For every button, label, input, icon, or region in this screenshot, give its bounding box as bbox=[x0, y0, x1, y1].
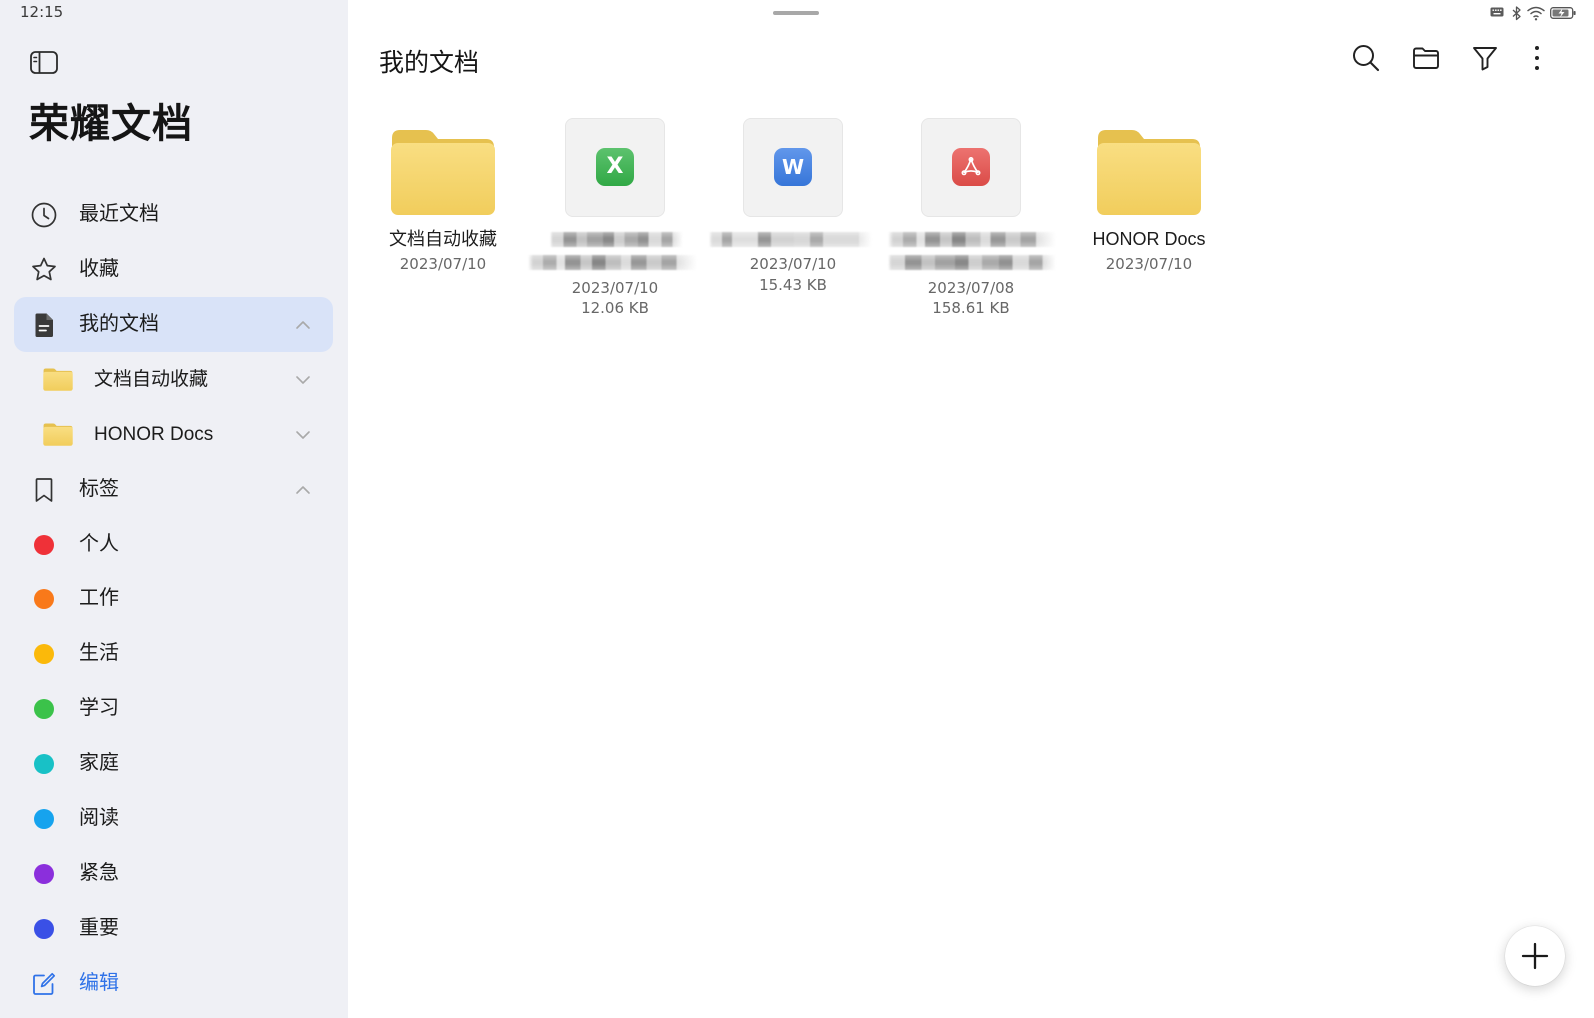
edit-label: 编辑 bbox=[79, 972, 119, 994]
folder-icon bbox=[43, 368, 73, 391]
tag-item[interactable]: 紧急 bbox=[14, 846, 333, 901]
word-file-icon: W bbox=[774, 148, 812, 186]
tag-item[interactable]: 阅读 bbox=[14, 791, 333, 846]
acrobat-symbol-icon bbox=[961, 157, 981, 176]
item-size: 15.43 KB bbox=[759, 276, 827, 294]
tag-label: 个人 bbox=[79, 533, 119, 555]
tag-item[interactable]: 重要 bbox=[14, 901, 333, 956]
battery-charging-icon bbox=[1550, 7, 1576, 19]
sidebar-item-tags[interactable]: 标签 bbox=[14, 462, 333, 517]
status-icons bbox=[1490, 4, 1582, 22]
tag-label: 生活 bbox=[79, 642, 119, 664]
grid-item-file[interactable]: W 2023/07/10 15.43 KB bbox=[698, 0, 888, 330]
edit-tags-button[interactable]: 编辑 bbox=[14, 956, 333, 1011]
tag-item[interactable]: 家庭 bbox=[14, 736, 333, 791]
grid-item-folder[interactable]: HONOR Docs 2023/07/10 bbox=[1054, 0, 1244, 330]
item-date: 2023/07/08 bbox=[927, 279, 1015, 297]
bookmark-icon bbox=[30, 476, 58, 504]
item-name: 文档自动收藏 bbox=[389, 229, 497, 249]
tag-item[interactable]: 工作 bbox=[14, 571, 333, 626]
sidebar-item-label: 最近文档 bbox=[79, 203, 159, 225]
chevron-up-icon[interactable] bbox=[295, 317, 311, 333]
tag-item[interactable]: 个人 bbox=[14, 517, 333, 572]
grid-item-file[interactable]: X 2023/07/10 12.06 KB bbox=[520, 0, 710, 330]
tag-label: 紧急 bbox=[79, 862, 119, 884]
sidebar-item-label: 我的文档 bbox=[79, 313, 159, 335]
app-title: 荣耀文档 bbox=[29, 102, 193, 146]
sidebar-item-my-docs[interactable]: 我的文档 bbox=[14, 297, 333, 352]
pdf-file-icon bbox=[952, 148, 990, 186]
file-name-redacted bbox=[888, 232, 1056, 247]
sidebar-toggle-icon[interactable] bbox=[29, 49, 59, 77]
sidebar-folder-label: HONOR Docs bbox=[94, 424, 214, 445]
more-options-button[interactable] bbox=[1522, 43, 1552, 73]
file-name-redacted bbox=[888, 255, 1056, 270]
document-icon bbox=[30, 311, 58, 339]
clock-icon bbox=[30, 201, 58, 229]
file-thumbnail: W bbox=[743, 118, 843, 217]
sidebar-item-favorites[interactable]: 收藏 bbox=[14, 242, 333, 297]
tag-item[interactable]: 学习 bbox=[14, 681, 333, 736]
open-folder-button[interactable] bbox=[1411, 43, 1441, 73]
file-thumbnail: X bbox=[565, 118, 665, 217]
sidebar-folder-honor-docs[interactable]: HONOR Docs bbox=[14, 407, 333, 462]
folder-icon bbox=[1096, 128, 1202, 216]
file-name-redacted bbox=[528, 255, 697, 270]
star-icon bbox=[30, 256, 58, 284]
folder-icon bbox=[43, 423, 73, 446]
chevron-down-icon[interactable] bbox=[295, 427, 311, 443]
file-name-redacted bbox=[550, 232, 683, 247]
sidebar-folder-auto-collect[interactable]: 文档自动收藏 bbox=[14, 352, 333, 407]
tag-color-dot bbox=[34, 808, 54, 829]
tag-color-dot bbox=[34, 588, 54, 609]
add-button[interactable] bbox=[1505, 926, 1565, 986]
tag-label: 工作 bbox=[79, 587, 119, 609]
filter-icon bbox=[1473, 47, 1497, 71]
edit-icon bbox=[30, 970, 58, 998]
item-size: 158.61 KB bbox=[932, 299, 1010, 317]
excel-file-icon: X bbox=[596, 148, 634, 186]
sidebar-item-label: 收藏 bbox=[79, 258, 119, 280]
tag-label: 家庭 bbox=[79, 752, 119, 774]
item-size: 12.06 KB bbox=[581, 299, 649, 317]
tag-label: 学习 bbox=[79, 697, 119, 719]
sidebar-folder-label: 文档自动收藏 bbox=[94, 369, 209, 390]
grid-item-folder[interactable]: 文档自动收藏 2023/07/10 bbox=[348, 0, 538, 330]
tag-color-dot bbox=[34, 698, 54, 719]
sidebar-item-recent[interactable]: 最近文档 bbox=[14, 187, 333, 242]
folder-icon bbox=[390, 128, 496, 216]
item-date: 2023/07/10 bbox=[1105, 255, 1193, 273]
tag-color-dot bbox=[34, 918, 54, 939]
sidebar: 12:15 荣耀文档 最近文档 收藏 我的文档 文档自动收藏 HONOR Doc… bbox=[0, 0, 348, 1018]
plus-icon bbox=[1521, 942, 1549, 970]
tag-color-dot bbox=[34, 643, 54, 664]
filter-button[interactable] bbox=[1470, 43, 1500, 73]
chevron-up-icon[interactable] bbox=[295, 482, 311, 498]
tag-color-dot bbox=[34, 753, 54, 774]
sidebar-item-label: 标签 bbox=[79, 478, 119, 500]
search-icon bbox=[1353, 45, 1380, 72]
wifi-icon bbox=[1527, 6, 1545, 21]
item-date: 2023/07/10 bbox=[571, 279, 659, 297]
excel-badge-letter: X bbox=[606, 154, 624, 179]
bluetooth-icon bbox=[1512, 6, 1521, 21]
grid-item-file[interactable]: 2023/07/08 158.61 KB bbox=[876, 0, 1066, 330]
tag-label: 重要 bbox=[79, 917, 119, 939]
search-button[interactable] bbox=[1351, 43, 1381, 73]
tag-label: 阅读 bbox=[79, 807, 119, 829]
item-date: 2023/07/10 bbox=[399, 255, 487, 273]
word-badge-letter: W bbox=[781, 155, 805, 179]
tag-color-dot bbox=[34, 863, 54, 884]
item-date: 2023/07/10 bbox=[749, 255, 837, 273]
more-vertical-icon bbox=[1535, 46, 1539, 70]
status-time: 12:15 bbox=[20, 3, 64, 21]
tag-item[interactable]: 生活 bbox=[14, 626, 333, 681]
folder-open-icon bbox=[1413, 47, 1439, 69]
keyboard-icon bbox=[1490, 7, 1504, 17]
chevron-down-icon[interactable] bbox=[295, 372, 311, 388]
file-thumbnail bbox=[921, 118, 1021, 217]
item-name: HONOR Docs bbox=[1092, 229, 1206, 249]
file-name-redacted bbox=[709, 232, 872, 247]
tag-color-dot bbox=[34, 534, 54, 555]
